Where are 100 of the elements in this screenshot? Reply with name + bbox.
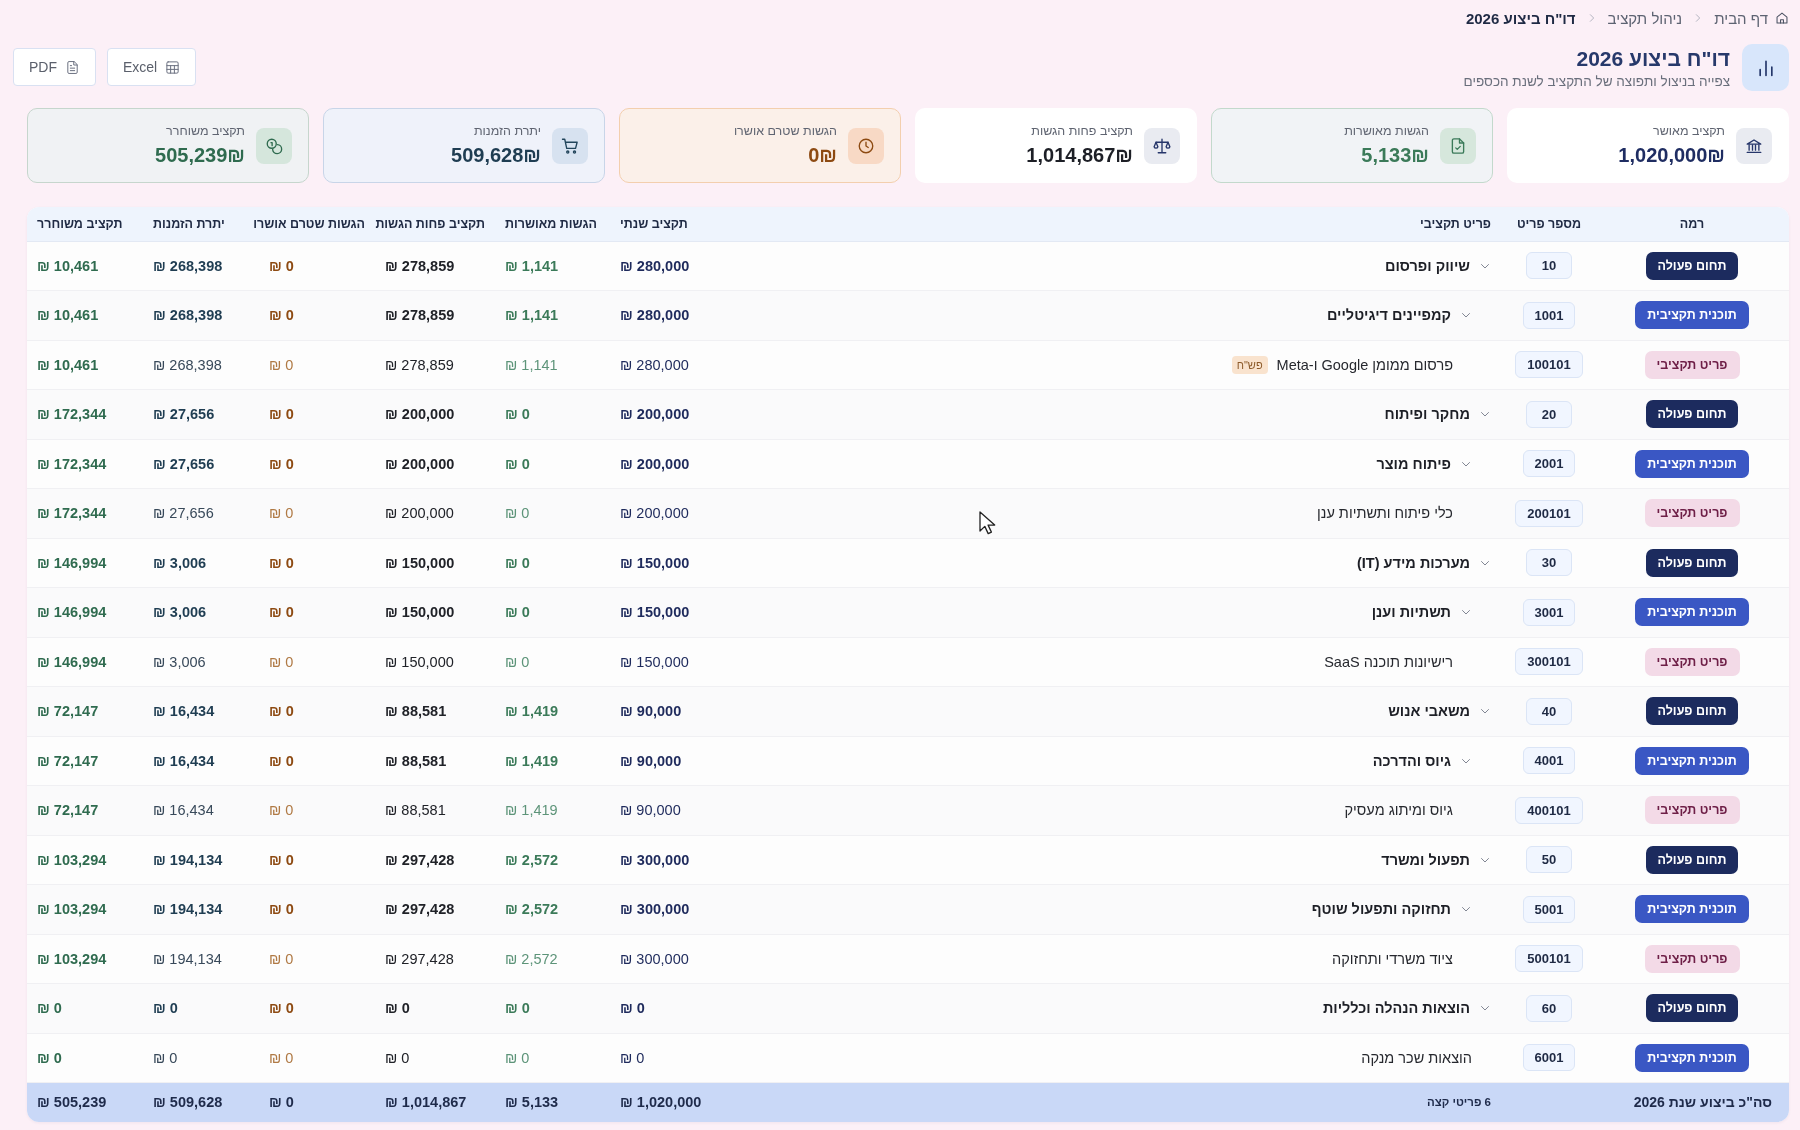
approved-submissions-amount: ₪ 2,572 [505, 901, 559, 918]
budget-item-name: פיתוח מוצר [1376, 455, 1451, 472]
column-header: יתרת הזמנות [153, 216, 225, 231]
budget-minus-submissions-amount: ₪ 297,428 [385, 950, 454, 967]
orders-balance-amount: ₪ 3,006 [153, 604, 207, 621]
item-number-badge: 40 [1526, 697, 1572, 725]
budget-item-name: תחזוקה ותפעול שוטף [1311, 901, 1451, 918]
pending-submissions-amount: ₪ 0 [269, 257, 294, 274]
budget-item-name: הוצאות הנהלה וכלליות [1322, 1000, 1470, 1017]
budget-item-name: ציוד משרדי ותחזוקה [1332, 950, 1453, 967]
released-budget-amount: ₪ 103,294 [37, 901, 107, 918]
coins-icon [256, 127, 292, 164]
level-badge: תוכנית תקציבית [1635, 449, 1749, 478]
budget-item-name: פרסום ממומן Google ו-Meta [1276, 356, 1453, 373]
released-budget-amount: ₪ 10,461 [37, 356, 99, 373]
level-badge: תחום פעולה [1645, 251, 1739, 280]
orders-balance-amount: ₪ 268,398 [153, 356, 222, 373]
column-header: רמה [1679, 216, 1705, 231]
pending-submissions-amount: ₪ 0 [269, 703, 294, 720]
item-number-badge: 6001 [1522, 1044, 1576, 1072]
approved-submissions-amount: ₪ 0 [505, 604, 530, 621]
annual-budget-amount: ₪ 280,000 [620, 307, 690, 324]
level-badge: תחום פעולה [1645, 845, 1739, 874]
current-page-label: דו"ח ביצוע 2026 [1465, 9, 1576, 27]
orders-balance-amount: ₪ 27,656 [153, 455, 215, 472]
approved-submissions-amount: ₪ 0 [505, 1049, 530, 1066]
released-budget-amount: ₪ 103,294 [37, 950, 107, 967]
item-number-badge: 60 [1526, 994, 1572, 1022]
column-header: פריט תקציבי [1420, 216, 1491, 231]
level-badge: פריט תקציבי [1644, 944, 1740, 973]
pending-submissions-amount: ₪ 0 [269, 604, 294, 621]
budget-minus-submissions-amount: ₪ 278,859 [385, 257, 455, 274]
leaf-count: 6 פריטי קצה [1426, 1096, 1491, 1109]
item-number-badge: 300101 [1515, 648, 1583, 676]
approved-submissions-amount: ₪ 1,419 [505, 802, 558, 819]
item-number-badge: 200101 [1515, 499, 1583, 527]
budget-item-name: מערכות מידע (IT) [1357, 554, 1470, 571]
pending-submissions-amount: ₪ 0 [269, 356, 294, 373]
column-header: תקציב שנתי [620, 216, 688, 231]
level-badge: תוכנית תקציבית [1635, 895, 1749, 924]
level-badge: פריט תקציבי [1644, 350, 1740, 379]
approved-submissions-amount: ₪ 1,141 [505, 307, 559, 324]
column-header: מספר פריט [1516, 216, 1582, 231]
budget-item-name: תפעול ומשרד [1381, 851, 1470, 868]
approved-submissions-amount: ₪ 0 [505, 455, 530, 472]
pending-submissions-amount: ₪ 0 [269, 505, 294, 522]
pending-submissions-amount: ₪ 0 [269, 406, 294, 423]
budget-minus-submissions-amount: ₪ 278,859 [385, 307, 455, 324]
level-badge: תוכנית תקציבית [1635, 301, 1749, 330]
orders-balance-amount: ₪ 0 [153, 1049, 178, 1066]
orders-balance-amount: ₪ 0 [153, 1000, 178, 1017]
export-pdf-button[interactable]: PDF [13, 48, 96, 86]
approved-submissions-amount: ₪ 2,572 [505, 950, 558, 967]
budget-minus-submissions-amount: ₪ 200,000 [385, 406, 455, 423]
annual-budget-amount: ₪ 90,000 [620, 703, 682, 720]
kpi-value: 0₪ [808, 144, 837, 167]
home-icon[interactable] [1775, 11, 1789, 25]
item-number-badge: 50 [1526, 846, 1572, 874]
annual-budget-amount: ₪ 280,000 [620, 257, 690, 274]
budget-item-name: גיוס והדרכה [1372, 752, 1451, 769]
approved-submissions-amount: ₪ 1,419 [505, 703, 559, 720]
approved-submissions-amount: ₪ 0 [505, 554, 530, 571]
kpi-value: 1,014,867₪ [1026, 144, 1133, 167]
bar-chart-icon [1742, 44, 1789, 91]
pending-submissions-amount: ₪ 0 [269, 752, 294, 769]
file-check-icon [1440, 127, 1476, 164]
kpi-label: תקציב מאושר [1653, 124, 1725, 138]
pending-submissions-amount: ₪ 0 [269, 455, 294, 472]
orders-balance-amount: ₪ 3,006 [153, 653, 206, 670]
budget-minus-submissions-amount: ₪ 1,014,867 [385, 1094, 467, 1111]
approved-submissions-amount: ₪ 5,133 [505, 1094, 559, 1111]
approved-submissions-amount: ₪ 0 [505, 653, 530, 670]
approved-submissions-amount: ₪ 1,419 [505, 752, 559, 769]
breadcrumb-link[interactable]: דף הבית [1714, 9, 1768, 27]
released-budget-amount: ₪ 505,239 [37, 1094, 107, 1111]
pending-submissions-amount: ₪ 0 [269, 1000, 294, 1017]
approved-submissions-amount: ₪ 0 [505, 1000, 530, 1017]
approved-submissions-amount: ₪ 2,572 [505, 851, 559, 868]
pending-submissions-amount: ₪ 0 [269, 950, 294, 967]
annual-budget-amount: ₪ 1,020,000 [620, 1094, 702, 1111]
export-excel-button[interactable]: Excel [107, 48, 197, 86]
orders-balance-amount: ₪ 194,134 [153, 901, 223, 918]
item-number-badge: 1001 [1522, 301, 1576, 329]
kpi-label: תקציב משוחרר [166, 124, 245, 138]
table-icon [165, 59, 181, 75]
breadcrumb-link[interactable]: ניהול תקציב [1607, 9, 1683, 27]
column-header: תקציב פחות הגשות [375, 216, 485, 231]
released-budget-amount: ₪ 103,294 [37, 851, 107, 868]
annual-budget-amount: ₪ 280,000 [620, 356, 689, 373]
released-budget-amount: ₪ 146,994 [37, 554, 107, 571]
kpi-value: 1,020,000₪ [1618, 144, 1725, 167]
pending-submissions-amount: ₪ 0 [269, 1094, 294, 1111]
orders-balance-amount: ₪ 16,434 [153, 802, 214, 819]
budget-minus-submissions-amount: ₪ 150,000 [385, 653, 454, 670]
budget-item-name: כלי פיתוח ותשתיות ענן [1317, 505, 1453, 522]
item-number-badge: 10 [1526, 252, 1572, 280]
released-budget-amount: ₪ 172,344 [37, 505, 107, 522]
mouse-pointer-icon [979, 511, 996, 535]
released-budget-amount: ₪ 10,461 [37, 257, 99, 274]
budget-item-name: מחקר ופיתוח [1384, 406, 1470, 423]
